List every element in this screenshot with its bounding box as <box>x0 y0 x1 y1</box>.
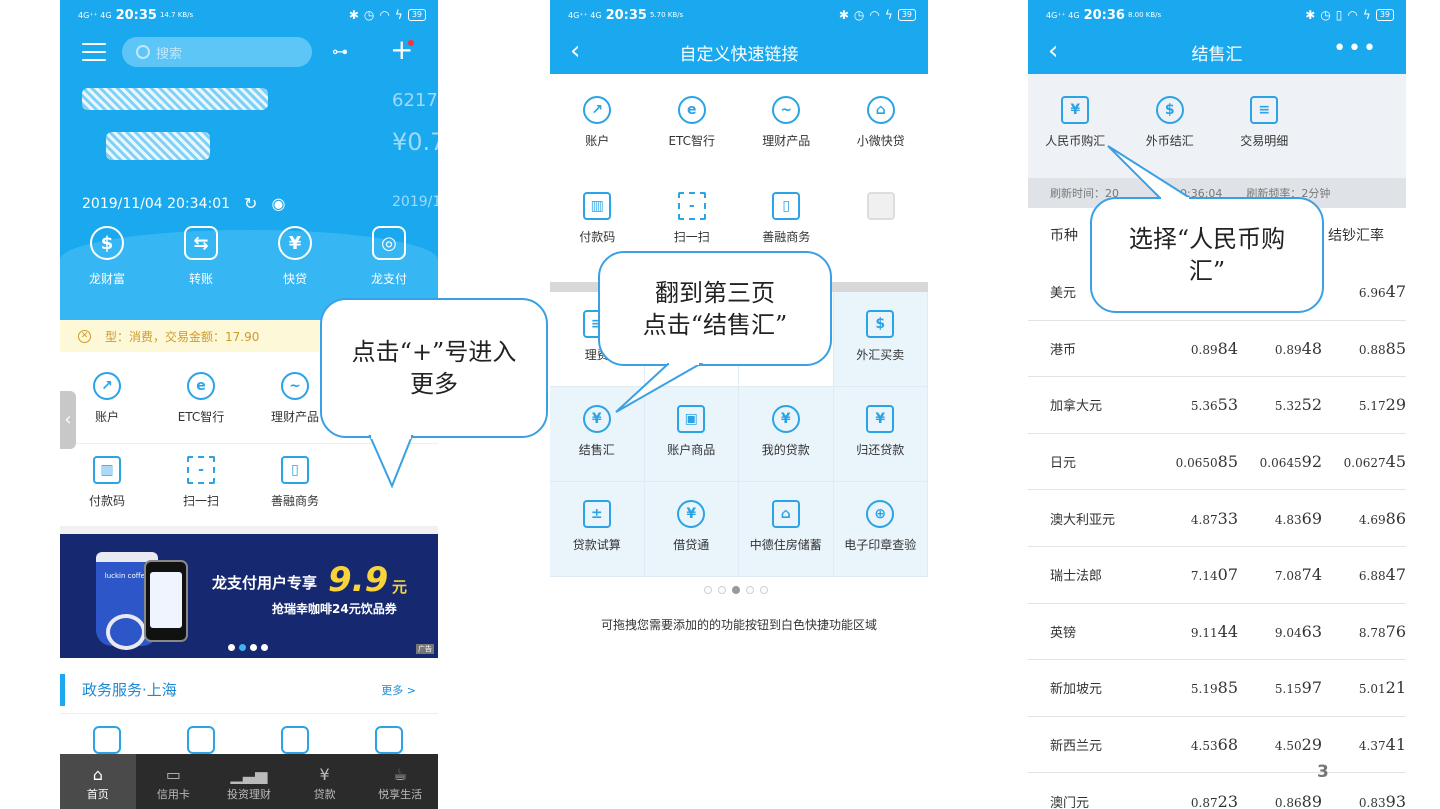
callout-tails <box>368 145 1194 489</box>
tutorial-canvas: 4G⁺⁺ 4G 20:35 14.7 KB/s ✱ ◷ ◠ ϟ 39 搜索 ⊶ … <box>0 0 1440 809</box>
